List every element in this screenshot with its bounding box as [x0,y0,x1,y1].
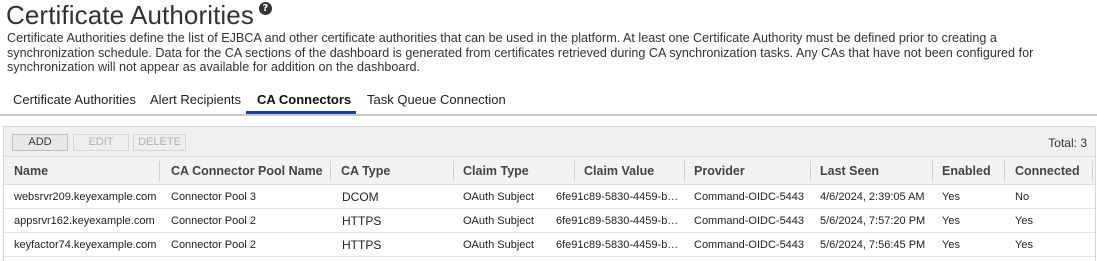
column-separator [574,161,575,181]
tab-ca-connectors[interactable]: CA Connectors [257,92,351,107]
cell-provider: Command-OIDC-5443 [694,239,805,251]
column-header-claim-type[interactable]: Claim Type [463,157,529,185]
tab-bar: Certificate Authorities Alert Recipients… [0,86,1097,116]
column-separator [1004,161,1005,181]
edit-button[interactable]: EDIT [73,134,129,151]
page-title: Certificate Authorities? [6,0,272,30]
grid-toolbar: ADD EDIT DELETE Total: 3 [4,127,1095,157]
cell-provider: Command-OIDC-5443 [694,191,805,203]
help-icon[interactable]: ? [258,2,272,15]
tab-bar-divider [0,114,1097,116]
column-header-ca-type[interactable]: CA Type [341,157,390,185]
column-header-connected[interactable]: Connected [1015,157,1080,185]
cell-connected: Yes [1015,215,1033,227]
cell-claim-type: OAuth Subject [463,191,534,203]
table-row[interactable]: websrvr209.keyexample.com Connector Pool… [4,185,1095,209]
column-separator [684,161,685,181]
ca-connectors-grid: ADD EDIT DELETE Total: 3 Name CA Connect… [3,126,1096,261]
cell-name: websrvr209.keyexample.com [14,191,157,203]
table-row[interactable]: keyfactor74.keyexample.com Connector Poo… [4,233,1095,257]
column-separator [453,161,454,181]
column-header-provider[interactable]: Provider [694,157,745,185]
cell-connector-pool: Connector Pool 2 [171,215,256,227]
cell-connected: No [1015,191,1030,203]
cell-provider: Command-OIDC-5443 [694,215,805,227]
page-title-text: Certificate Authorities [6,0,254,30]
cell-name: keyfactor74.keyexample.com [14,239,157,251]
cell-claim-type: OAuth Subject [463,215,534,227]
cell-last-seen: 5/6/2024, 7:57:20 PM [820,215,926,227]
column-header-name[interactable]: Name [14,157,48,185]
cell-enabled: Yes [942,191,960,203]
cell-enabled: Yes [942,215,960,227]
cell-claim-value: 6fe91c89-5830-4459-b… [556,191,679,203]
cell-claim-value: 6fe91c89-5830-4459-b… [556,215,679,227]
column-header-enabled[interactable]: Enabled [942,157,991,185]
cell-last-seen: 5/6/2024, 7:56:45 PM [820,239,926,251]
cell-connector-pool: Connector Pool 3 [171,191,256,203]
cell-claim-value: 6fe91c89-5830-4459-b… [556,239,679,251]
column-separator [1092,161,1093,181]
cell-ca-type: DCOM [342,190,379,204]
column-separator [330,161,331,181]
cell-ca-type: HTTPS [342,214,382,228]
tab-task-queue-connection[interactable]: Task Queue Connection [367,92,506,107]
delete-button[interactable]: DELETE [133,134,186,151]
tab-certificate-authorities[interactable]: Certificate Authorities [13,92,136,107]
cell-claim-type: OAuth Subject [463,239,534,251]
total-count: Total: 3 [1048,136,1087,150]
column-header-connector-pool[interactable]: CA Connector Pool Name [171,157,323,185]
table-row[interactable]: appsrvr162.keyexample.com Connector Pool… [4,209,1095,233]
grid-header-row: Name CA Connector Pool Name CA Type Clai… [4,157,1095,185]
cell-enabled: Yes [942,239,960,251]
cell-connector-pool: Connector Pool 2 [171,239,256,251]
column-separator [932,161,933,181]
cell-connected: Yes [1015,239,1033,251]
tab-alert-recipients[interactable]: Alert Recipients [150,92,241,107]
column-header-claim-value[interactable]: Claim Value [584,157,654,185]
column-separator [159,161,160,181]
cell-last-seen: 4/6/2024, 2:39:05 AM [820,191,925,203]
column-separator [810,161,811,181]
cell-ca-type: HTTPS [342,238,382,252]
page-description: Certificate Authorities define the list … [7,31,1034,74]
column-header-last-seen[interactable]: Last Seen [820,157,879,185]
add-button[interactable]: ADD [12,134,68,151]
cell-name: appsrvr162.keyexample.com [14,215,155,227]
active-tab-indicator [246,111,356,114]
